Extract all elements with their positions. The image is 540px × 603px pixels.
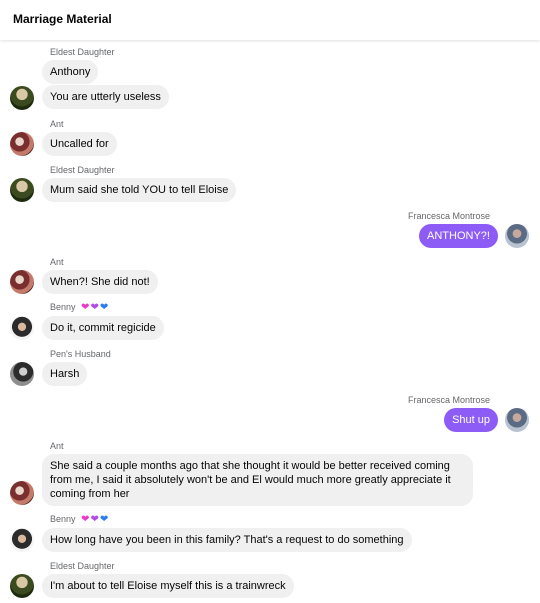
sender-name: Ant xyxy=(50,119,64,129)
blue-heart-icon: ❤ xyxy=(99,302,109,313)
purple-heart-icon: ❤ xyxy=(90,302,99,313)
sender-name: Eldest Daughter xyxy=(50,165,115,175)
sender-name: Francesca Montrose xyxy=(407,211,490,221)
avatar[interactable] xyxy=(10,316,34,340)
purple-heart-icon: ❤ xyxy=(90,514,99,525)
sender-label: Benny xyxy=(50,514,76,524)
avatar[interactable] xyxy=(505,224,529,248)
message-bubble[interactable]: Do it, commit regicide xyxy=(42,316,164,340)
message-bubble[interactable]: Harsh xyxy=(42,362,88,386)
message-bubble[interactable]: I'm about to tell Eloise myself this is … xyxy=(42,574,294,598)
sender-name: Ant xyxy=(50,257,64,267)
message-bubble[interactable]: Anthony xyxy=(42,60,99,84)
chat-header: Marriage Material xyxy=(0,0,540,40)
message-bubble[interactable]: ANTHONY?! xyxy=(419,224,498,248)
message-bubble[interactable]: She said a couple months ago that she th… xyxy=(42,454,473,506)
avatar[interactable] xyxy=(10,132,34,156)
pink-heart-icon: ❤ xyxy=(81,514,90,525)
heart-emojis: ❤❤❤ xyxy=(81,302,109,313)
sender-name: Eldest Daughter xyxy=(50,561,115,571)
sender-name: Ant xyxy=(50,441,64,451)
sender-name: Pen's Husband xyxy=(50,349,111,359)
avatar[interactable] xyxy=(10,178,34,202)
message-bubble[interactable]: Mum said she told YOU to tell Eloise xyxy=(42,178,237,202)
avatar[interactable] xyxy=(10,528,34,552)
sender-label: Benny xyxy=(50,302,76,312)
sender-name: Francesca Montrose xyxy=(407,395,490,405)
avatar[interactable] xyxy=(10,362,34,386)
message-bubble[interactable]: How long have you been in this family? T… xyxy=(42,528,412,552)
avatar[interactable] xyxy=(10,86,34,110)
pink-heart-icon: ❤ xyxy=(81,302,90,313)
chat-title[interactable]: Marriage Material xyxy=(13,12,112,26)
avatar[interactable] xyxy=(10,481,34,505)
sender-name: Benny ❤❤❤ xyxy=(50,302,109,313)
message-bubble[interactable]: You are utterly useless xyxy=(42,85,169,109)
message-list[interactable]: Eldest Daughter Anthony You are utterly … xyxy=(0,40,540,603)
sender-name: Eldest Daughter xyxy=(50,47,115,57)
blue-heart-icon: ❤ xyxy=(99,514,109,525)
sender-name: Benny ❤❤❤ xyxy=(50,514,109,525)
avatar[interactable] xyxy=(10,270,34,294)
avatar[interactable] xyxy=(10,574,34,598)
avatar[interactable] xyxy=(505,408,529,432)
message-bubble[interactable]: Shut up xyxy=(444,408,498,432)
heart-emojis: ❤❤❤ xyxy=(81,514,109,525)
message-bubble[interactable]: When?! She did not! xyxy=(42,270,158,294)
message-bubble[interactable]: Uncalled for xyxy=(42,132,117,156)
